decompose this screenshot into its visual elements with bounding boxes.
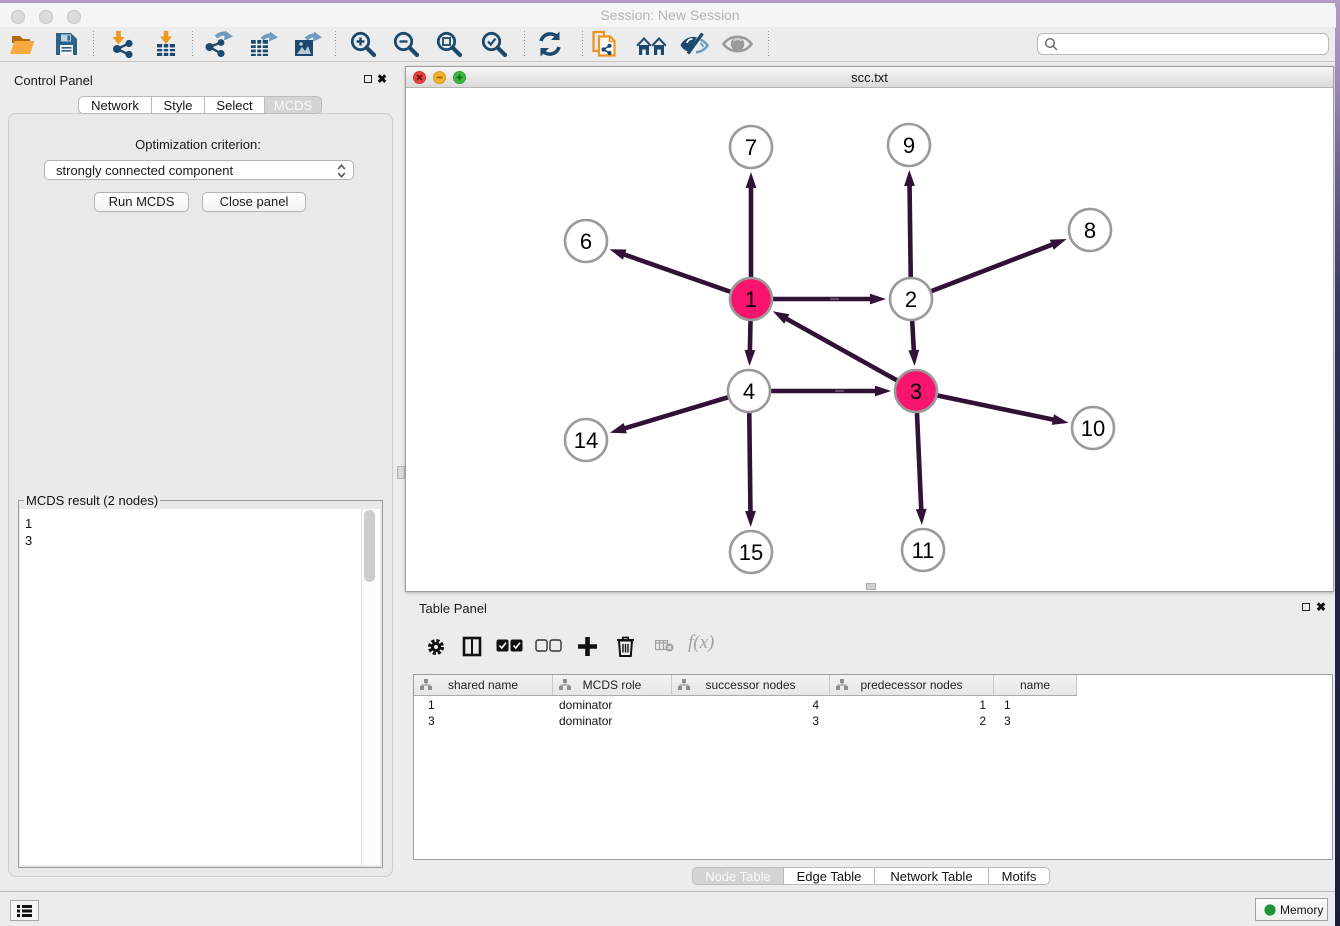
svg-text:3: 3 [910,379,922,404]
svg-text:8: 8 [1084,218,1096,243]
svg-text:4: 4 [743,379,755,404]
svg-text:14: 14 [574,428,598,453]
svg-text:1: 1 [745,287,757,312]
svg-text:15: 15 [739,540,763,565]
svg-text:6: 6 [580,229,592,254]
svg-text:2: 2 [905,287,917,312]
svg-text:10: 10 [1081,416,1105,441]
svg-text:11: 11 [912,538,935,563]
svg-text:7: 7 [745,135,757,160]
svg-text:9: 9 [903,133,915,158]
